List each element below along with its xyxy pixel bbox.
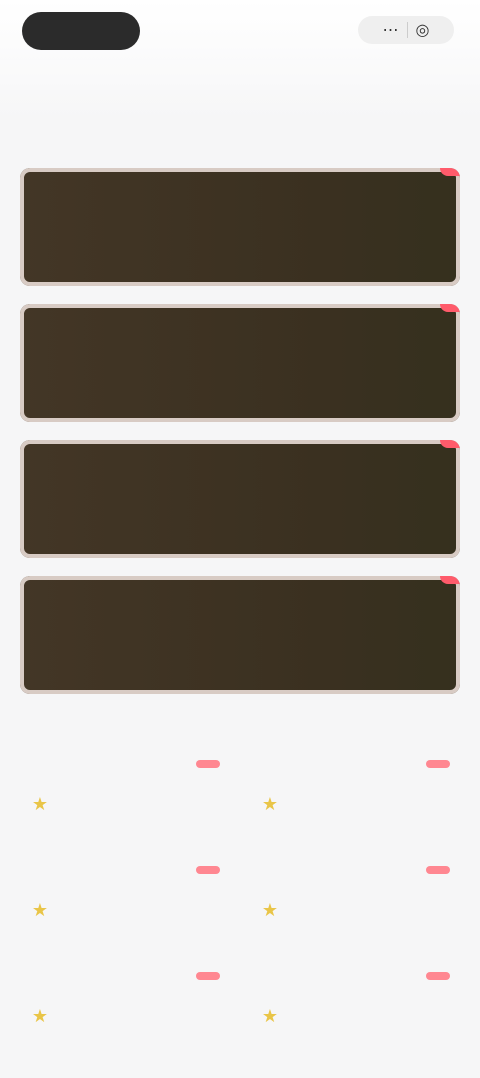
coupon-badge <box>440 304 460 312</box>
grid-item[interactable]: ★ <box>20 972 230 1044</box>
coupon-card[interactable] <box>20 168 460 286</box>
grid-row: ★ ★ <box>20 866 460 938</box>
grid-item-tag <box>426 760 450 768</box>
grid-item[interactable]: ★ <box>250 972 460 1044</box>
coupon-badge <box>440 576 460 584</box>
header: ⋯ ◎ <box>0 0 480 120</box>
grid-item[interactable]: ★ <box>20 866 230 938</box>
coupon-amount <box>38 488 46 514</box>
coupon-badge <box>440 440 460 448</box>
grid-item[interactable]: ★ <box>20 760 230 832</box>
grid-item-tag <box>196 760 220 768</box>
star-icon: ★ <box>31 899 49 920</box>
grid-row: ★ ★ <box>20 760 460 832</box>
grid-item[interactable]: ★ <box>250 866 460 938</box>
mini-program-controls[interactable]: ⋯ ◎ <box>358 16 454 44</box>
star-icon: ★ <box>31 1005 49 1026</box>
grid-row: ★ ★ <box>20 972 460 1044</box>
close-icon[interactable]: ◎ <box>416 20 430 40</box>
coupon-list <box>20 168 460 712</box>
coupon-badge <box>440 168 460 176</box>
grid-item-tag <box>196 972 220 980</box>
grid-item-tag <box>426 972 450 980</box>
grid: ★ ★ ★ ★ ★ ★ <box>20 760 460 1078</box>
star-icon: ★ <box>31 793 49 814</box>
coupon-amount <box>38 352 46 378</box>
grid-item-tag <box>196 866 220 874</box>
coupon-amount <box>38 624 46 650</box>
coupon-card[interactable] <box>20 304 460 422</box>
coupon-amount <box>38 216 46 242</box>
star-icon: ★ <box>261 1005 279 1026</box>
grid-item-tag <box>426 866 450 874</box>
account-pill[interactable] <box>22 12 140 50</box>
menu-icon[interactable]: ⋯ <box>383 20 399 40</box>
coupon-card[interactable] <box>20 440 460 558</box>
star-icon: ★ <box>261 793 279 814</box>
page-title <box>0 72 480 94</box>
divider <box>406 22 408 38</box>
grid-item[interactable]: ★ <box>250 760 460 832</box>
coupon-card[interactable] <box>20 576 460 694</box>
star-icon: ★ <box>261 899 279 920</box>
